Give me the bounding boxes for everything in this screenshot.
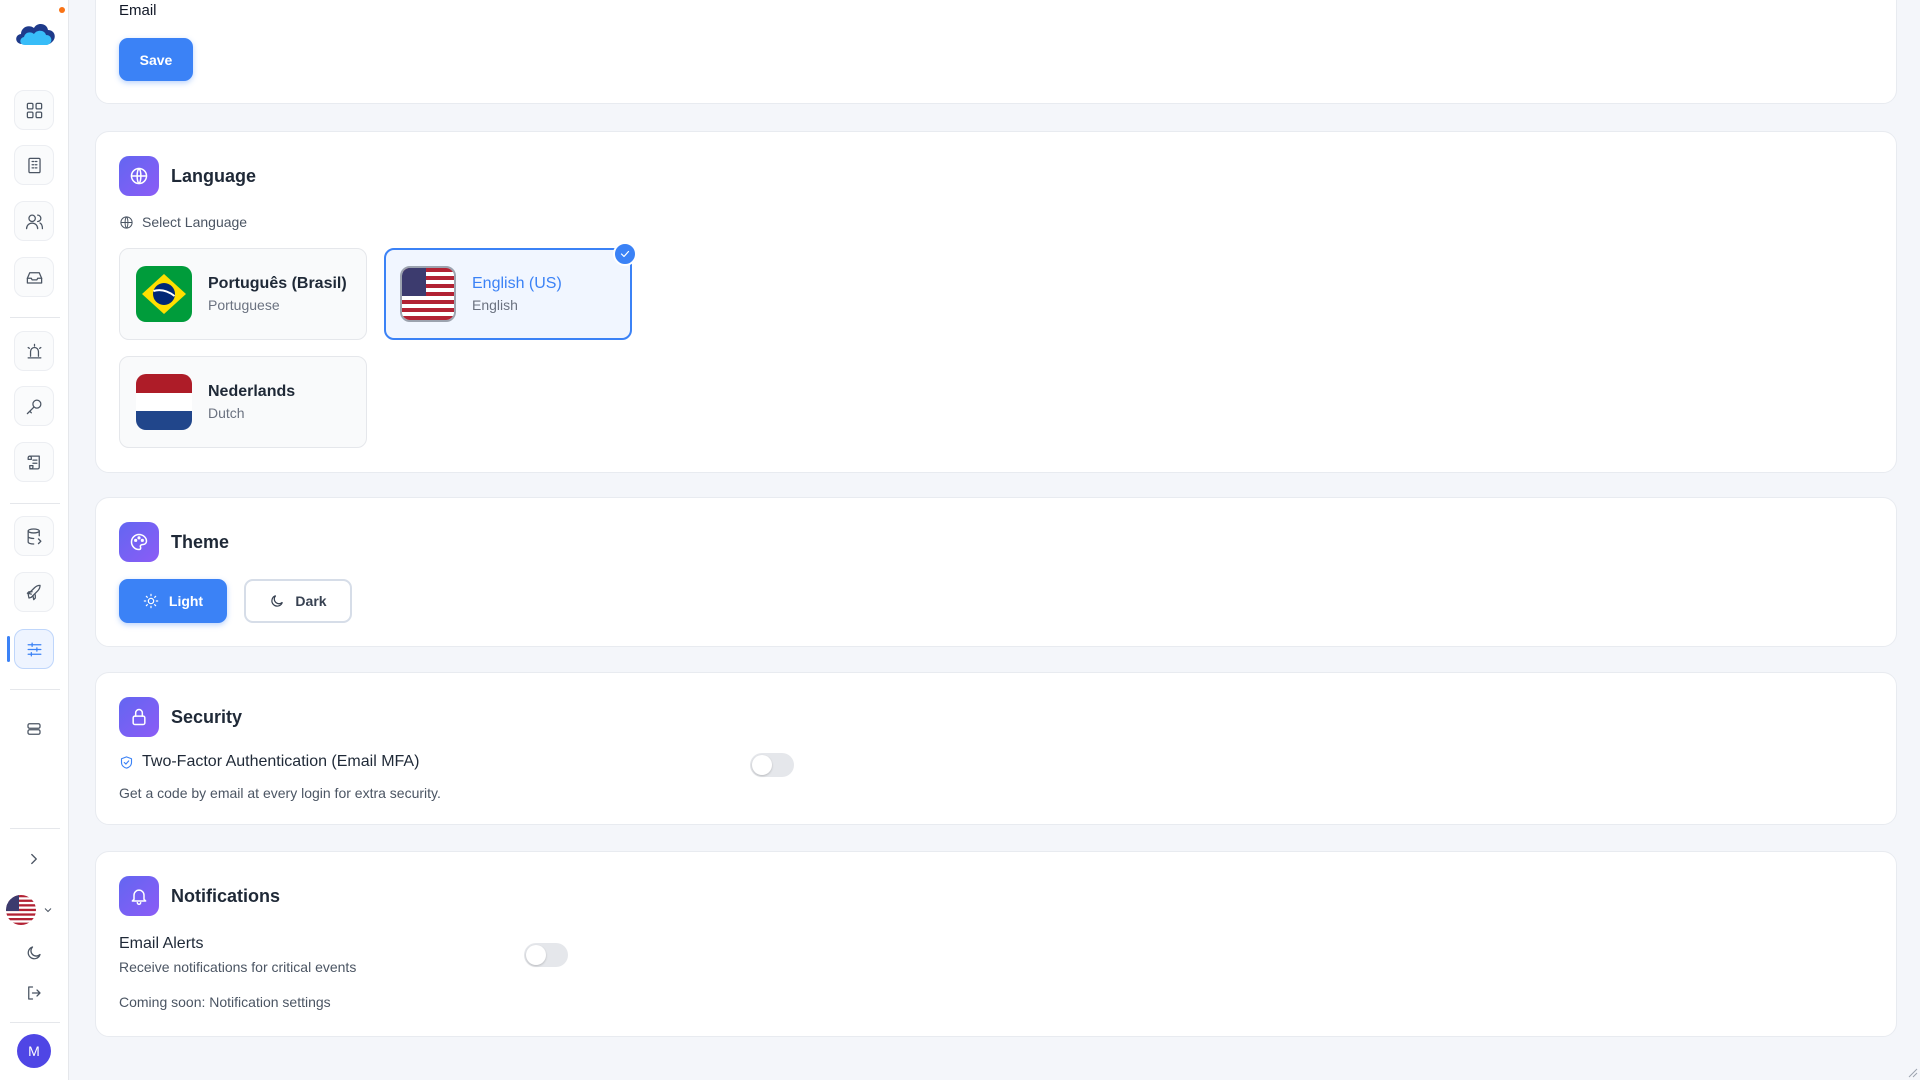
- language-option-portuguese[interactable]: Português (Brasil) Portuguese: [119, 248, 367, 340]
- language-subtitle: Dutch: [208, 405, 245, 421]
- email-alerts-label: Email Alerts: [119, 935, 204, 952]
- language-option-english[interactable]: English (US) English: [384, 242, 637, 340]
- theme-card: Theme Light Dark: [95, 497, 1897, 647]
- inbox-icon: [26, 271, 42, 284]
- theme-dark-label: Dark: [295, 593, 327, 609]
- nav-rocket[interactable]: [14, 572, 54, 612]
- nav-alarm[interactable]: [14, 331, 54, 371]
- nav-building[interactable]: [14, 145, 54, 185]
- sidebar-divider: [10, 503, 60, 504]
- email-card: Email Save: [95, 0, 1897, 104]
- theme-dark-button[interactable]: Dark: [244, 579, 352, 623]
- nav-key[interactable]: [14, 386, 54, 426]
- language-subtitle: Portuguese: [208, 297, 280, 313]
- section-title: Notifications: [171, 885, 281, 906]
- nav-scroll[interactable]: [14, 442, 54, 482]
- shield-check-icon: [120, 755, 133, 769]
- nav-database[interactable]: [14, 516, 54, 556]
- nav-users[interactable]: [14, 201, 54, 241]
- theme-header: Theme: [119, 522, 229, 562]
- theme-light-label: Light: [168, 593, 204, 609]
- resize-grip-icon[interactable]: [1906, 1066, 1918, 1078]
- language-subtitle: English: [472, 297, 518, 313]
- scroll-icon: [27, 455, 40, 469]
- key-icon: [26, 399, 41, 414]
- globe-icon: [120, 215, 133, 229]
- globe-icon: [119, 156, 159, 196]
- sidebar-divider: [10, 1022, 60, 1023]
- sidebar-divider: [10, 689, 60, 690]
- section-title: Security: [171, 706, 243, 727]
- settings-sliders-icon: [27, 642, 41, 656]
- chevron-down-icon: [44, 908, 52, 913]
- logout-icon: [28, 986, 41, 1000]
- dashboard-icon: [26, 102, 42, 118]
- chevron-right-icon: [31, 853, 37, 865]
- security-header: Security: [119, 697, 242, 737]
- rocket-icon: [26, 584, 41, 600]
- language-name: Português (Brasil): [208, 275, 347, 292]
- building-icon: [27, 157, 41, 173]
- nav-inbox[interactable]: [14, 257, 54, 297]
- language-header: Language: [119, 156, 256, 196]
- notifications-header: Notifications: [119, 876, 280, 916]
- email-label: Email: [119, 2, 157, 19]
- theme-toggle-button[interactable]: [18, 937, 50, 969]
- language-name: Nederlands: [208, 383, 296, 400]
- avatar[interactable]: M: [17, 1034, 51, 1068]
- notifications-card: Notifications Email Alerts Receive notif…: [95, 851, 1897, 1037]
- security-card: Security Two-Factor Authentication (Emai…: [95, 672, 1897, 825]
- section-title: Language: [171, 165, 257, 186]
- us-flag-icon: [400, 266, 456, 322]
- users-icon: [25, 214, 43, 229]
- moon-icon: [271, 595, 284, 607]
- palette-icon: [119, 522, 159, 562]
- nav-settings[interactable]: [14, 629, 54, 669]
- select-language-label: Select Language: [119, 214, 247, 230]
- mfa-description: Get a code by email at every login for e…: [119, 785, 441, 801]
- language-card: Language Select Language Português (Bras…: [95, 131, 1897, 473]
- sidebar-divider: [10, 317, 60, 318]
- us-flag-icon: [6, 895, 36, 925]
- language-option-dutch[interactable]: Nederlands Dutch: [119, 356, 367, 448]
- notification-dot: [59, 7, 65, 13]
- cloud-logo-icon[interactable]: [12, 18, 58, 50]
- sidebar: M: [0, 0, 69, 1080]
- email-alerts-description: Receive notifications for critical event…: [119, 959, 357, 975]
- check-icon: [613, 242, 637, 266]
- toggle-knob: [752, 755, 772, 775]
- mfa-label: Two-Factor Authentication (Email MFA): [142, 753, 420, 770]
- server-icon: [27, 723, 41, 735]
- save-button[interactable]: Save: [119, 38, 193, 81]
- section-title: Theme: [171, 531, 230, 552]
- toggle-knob: [526, 945, 546, 965]
- brazil-flag-icon: [136, 266, 192, 322]
- lock-icon: [119, 697, 159, 737]
- select-language-text: Select Language: [142, 214, 248, 230]
- language-name: English (US): [472, 275, 562, 292]
- sun-icon: [143, 593, 159, 609]
- active-indicator: [7, 636, 10, 662]
- coming-soon-text: Coming soon: Notification settings: [119, 994, 331, 1010]
- mfa-toggle[interactable]: [750, 753, 794, 777]
- sidebar-divider: [10, 828, 60, 829]
- expand-sidebar-button[interactable]: [18, 843, 50, 875]
- database-icon: [27, 527, 41, 545]
- moon-icon: [27, 946, 41, 960]
- mfa-row: Two-Factor Authentication (Email MFA): [119, 753, 419, 771]
- nav-server[interactable]: [18, 713, 50, 745]
- nav-dashboard[interactable]: [14, 90, 54, 130]
- logout-button[interactable]: [18, 977, 50, 1009]
- netherlands-flag-icon: [136, 374, 192, 430]
- email-alerts-toggle[interactable]: [524, 943, 568, 967]
- bell-icon: [119, 876, 159, 916]
- theme-light-button[interactable]: Light: [119, 579, 227, 623]
- language-switcher[interactable]: [6, 893, 62, 927]
- alarm-icon: [27, 343, 41, 358]
